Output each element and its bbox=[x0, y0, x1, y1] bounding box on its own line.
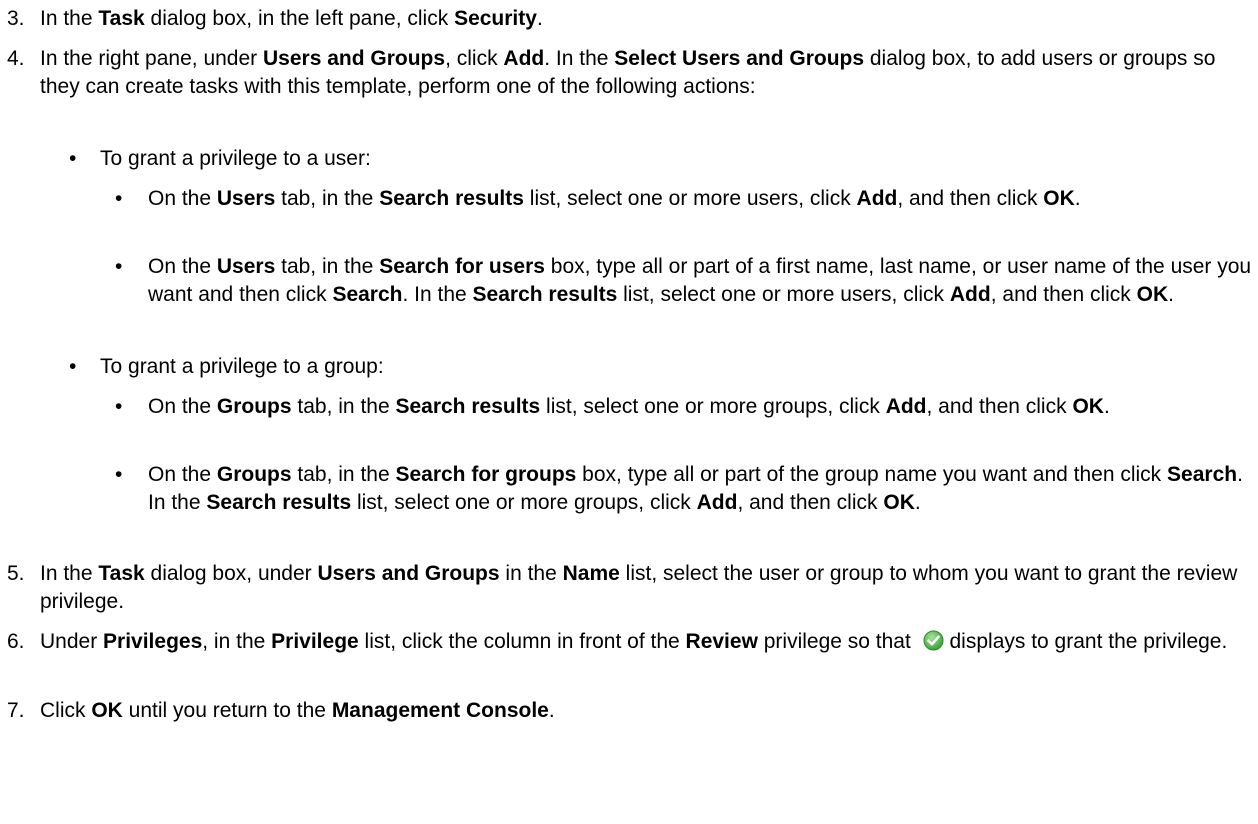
ui-term: Search results bbox=[206, 491, 352, 514]
text-run: On the bbox=[148, 395, 217, 418]
ui-term: OK bbox=[91, 699, 123, 722]
ui-term: Search results bbox=[395, 395, 541, 418]
text-run: until you return to the bbox=[122, 699, 332, 722]
ui-term: Security bbox=[454, 7, 537, 30]
bullet-glyph: • bbox=[69, 147, 77, 170]
text-run: In the bbox=[40, 562, 99, 585]
text-run: On the bbox=[148, 187, 217, 210]
text-run: , click bbox=[445, 47, 504, 70]
text-run: . bbox=[536, 7, 543, 30]
text-run: On the bbox=[148, 255, 217, 278]
text-run: On the bbox=[148, 463, 217, 486]
ui-term: Search for users bbox=[379, 255, 545, 278]
text-run: , and then click bbox=[897, 187, 1044, 210]
ui-term: Review bbox=[685, 630, 758, 653]
text-run: , and then click bbox=[737, 491, 884, 514]
ui-term: Add bbox=[949, 283, 991, 306]
text-run: privilege so that bbox=[757, 630, 917, 653]
text-run: displays to grant the privilege. bbox=[943, 630, 1228, 653]
ui-term: Add bbox=[503, 47, 545, 70]
checkmark-icon bbox=[923, 630, 944, 651]
ui-term: Management Console bbox=[331, 699, 549, 722]
step-text: In the right pane, under Users and Group… bbox=[40, 45, 1250, 101]
bullet-text: On the Groups tab, in the Search for gro… bbox=[148, 461, 1252, 517]
text-run: . bbox=[548, 699, 555, 722]
ui-term: OK bbox=[883, 491, 915, 514]
ui-term: Add bbox=[885, 395, 927, 418]
ui-term: Groups bbox=[216, 463, 292, 486]
text-run: , and then click bbox=[990, 283, 1137, 306]
ui-term: Search results bbox=[379, 187, 524, 210]
bullet-glyph: • bbox=[115, 255, 123, 278]
bullet-glyph: • bbox=[115, 463, 123, 486]
ui-term: Search bbox=[1167, 463, 1238, 486]
ui-term: Privileges bbox=[103, 630, 203, 653]
ui-term: Task bbox=[98, 7, 145, 30]
text-run: . In the bbox=[402, 283, 473, 306]
bullet-text: To grant a privilege to a user: bbox=[100, 147, 371, 170]
text-run: Click bbox=[40, 699, 92, 722]
text-run: dialog box, under bbox=[144, 562, 318, 585]
bullet-glyph: • bbox=[69, 355, 77, 378]
text-run: In the bbox=[40, 7, 99, 30]
bullet-text: On the Users tab, in the Search results … bbox=[148, 185, 1252, 213]
text-run: list, select one or more groups, click bbox=[351, 491, 697, 514]
step-number: 7. bbox=[7, 699, 25, 722]
ui-term: Privilege bbox=[271, 630, 359, 653]
text-run: box, type all or part of the group name … bbox=[576, 463, 1168, 486]
bullet-text: On the Groups tab, in the Search results… bbox=[148, 393, 1252, 421]
ui-term: Search for groups bbox=[395, 463, 577, 486]
ui-term: Add bbox=[856, 187, 898, 210]
step-text: In the Task dialog box, under Users and … bbox=[40, 560, 1250, 616]
bullet-glyph: • bbox=[115, 187, 123, 210]
step-number: 3. bbox=[7, 7, 25, 30]
text-run: tab, in the bbox=[291, 395, 396, 418]
bullet-text: On the Users tab, in the Search for user… bbox=[148, 253, 1252, 309]
text-run: . bbox=[1168, 283, 1174, 306]
step-number: 6. bbox=[7, 630, 25, 653]
ui-term: Task bbox=[98, 562, 145, 585]
ui-term: Search results bbox=[472, 283, 618, 306]
step-number: 5. bbox=[7, 562, 25, 585]
text-run: list, select one or more groups, click bbox=[540, 395, 886, 418]
text-run: list, click the column in front of the bbox=[358, 630, 686, 653]
ui-term: OK bbox=[1043, 187, 1075, 210]
step-number: 4. bbox=[7, 47, 25, 70]
ui-term: Users bbox=[216, 187, 276, 210]
text-run: list, select one or more users, click bbox=[617, 283, 950, 306]
step-text: In the Task dialog box, in the left pane… bbox=[40, 5, 1250, 33]
ui-term: Groups bbox=[216, 395, 292, 418]
text-run: , and then click bbox=[926, 395, 1073, 418]
text-run: dialog box, in the left pane, click bbox=[144, 7, 455, 30]
text-run: tab, in the bbox=[275, 255, 380, 278]
text-run: , in the bbox=[202, 630, 272, 653]
ui-term: Users bbox=[216, 255, 276, 278]
ui-term: Search bbox=[332, 283, 403, 306]
text-run: tab, in the bbox=[275, 187, 380, 210]
text-run: Under bbox=[40, 630, 104, 653]
bullet-text: To grant a privilege to a group: bbox=[100, 355, 384, 378]
ui-term: OK bbox=[1136, 283, 1169, 306]
text-run: in the bbox=[499, 562, 563, 585]
step-text: Under Privileges, in the Privilege list,… bbox=[40, 628, 1250, 656]
ui-term: Select Users and Groups bbox=[614, 47, 865, 70]
text-run: tab, in the bbox=[291, 463, 396, 486]
step-text: Click OK until you return to the Managem… bbox=[40, 697, 1250, 725]
text-run: . bbox=[1103, 395, 1110, 418]
ui-term: Users and Groups bbox=[263, 47, 446, 70]
ui-term: OK bbox=[1072, 395, 1104, 418]
text-run: . In the bbox=[544, 47, 615, 70]
text-run: . bbox=[914, 491, 921, 514]
ui-term: Add bbox=[696, 491, 738, 514]
text-run: list, select one or more users, click bbox=[523, 187, 857, 210]
text-run: In the right pane, under bbox=[40, 47, 263, 70]
ui-term: Name bbox=[562, 562, 620, 585]
text-run: . bbox=[1074, 187, 1081, 210]
ui-term: Users and Groups bbox=[317, 562, 500, 585]
bullet-glyph: • bbox=[115, 395, 123, 418]
